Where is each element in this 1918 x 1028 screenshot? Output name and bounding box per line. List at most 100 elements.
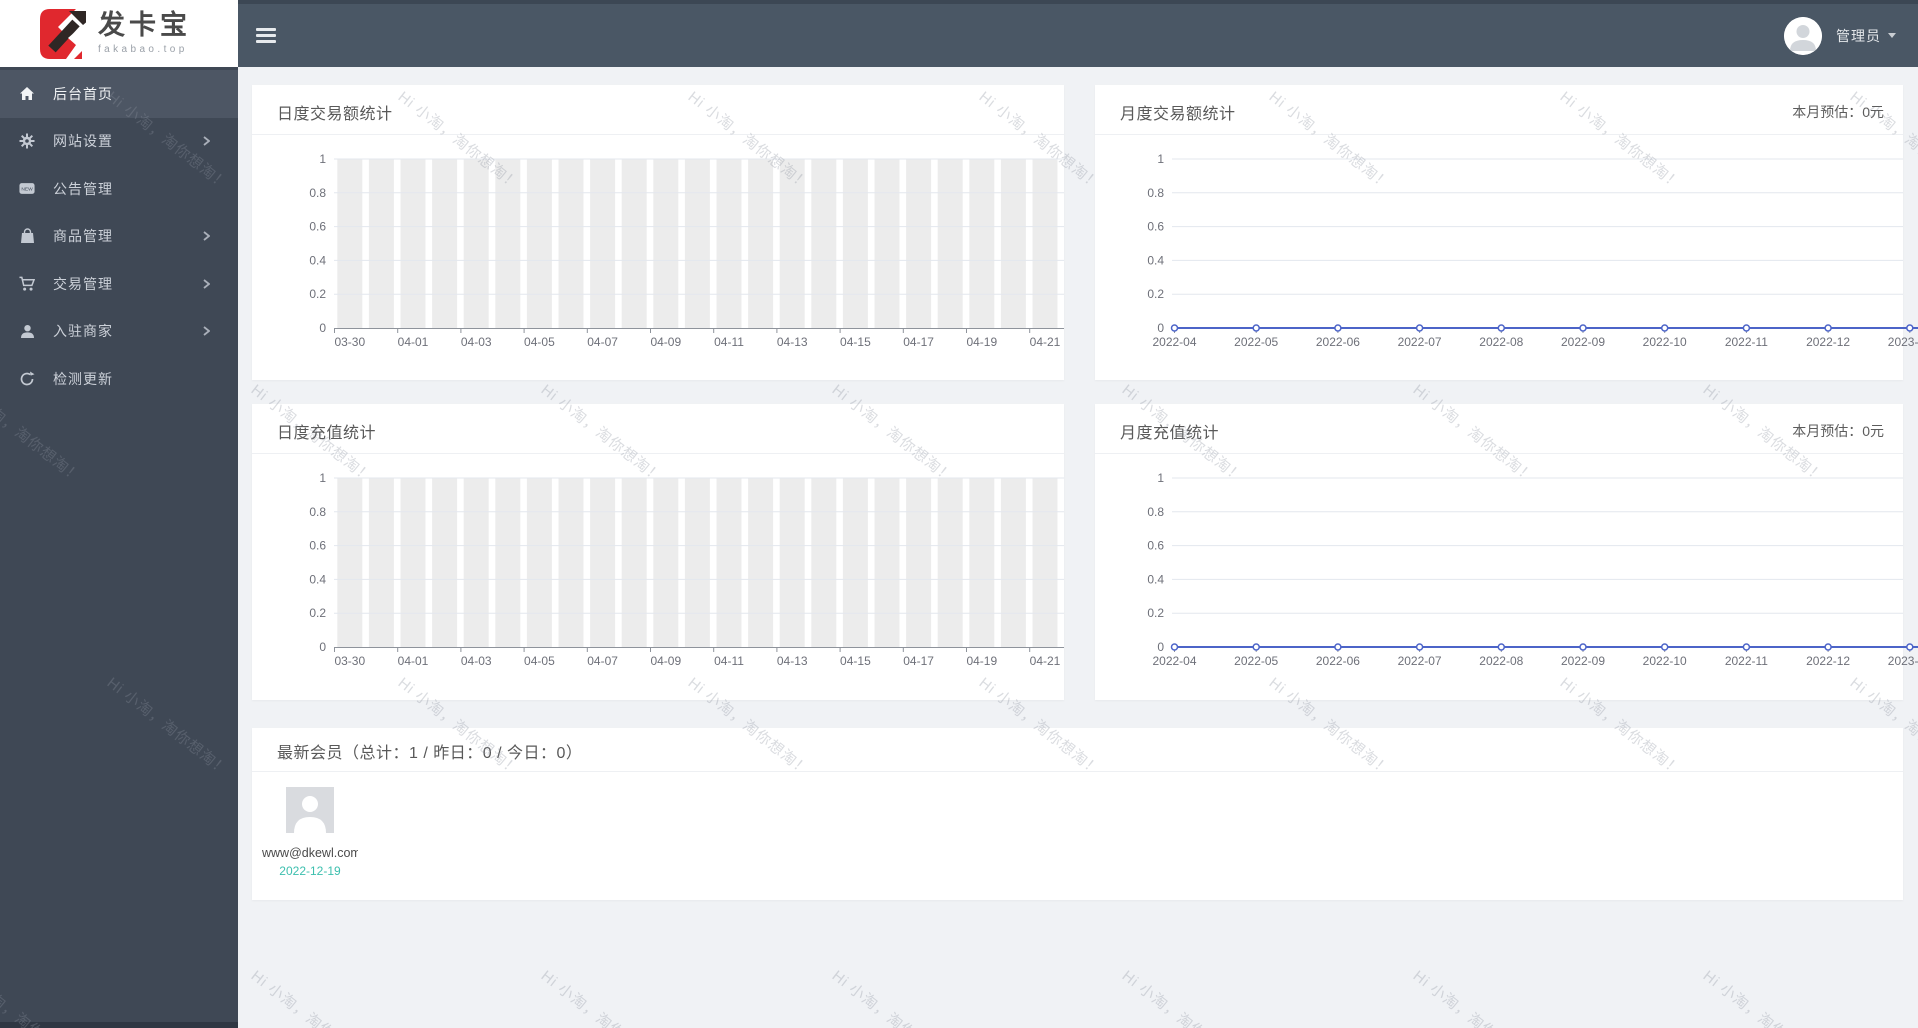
watermark-text: Hi 小淘，淘你想淘！ (247, 967, 376, 1028)
svg-text:2022-09: 2022-09 (1561, 335, 1605, 349)
svg-text:2022-09: 2022-09 (1561, 654, 1605, 668)
top-header: 管理员 (238, 0, 1918, 67)
sidebar-item-label: 交易管理 (53, 275, 113, 292)
user-menu[interactable]: 管理员 (1784, 4, 1896, 67)
svg-text:04-17: 04-17 (903, 654, 934, 668)
sidebar-item-label: 公告管理 (53, 180, 113, 197)
chevron-right-icon (203, 133, 211, 149)
announcement-new-icon: NEW (19, 181, 35, 197)
chevron-down-icon (1888, 33, 1896, 38)
svg-text:04-03: 04-03 (461, 654, 492, 668)
sidebar-bottom-strip (0, 1022, 238, 1028)
member-email: www@dkewl.com (262, 846, 358, 860)
chevron-right-icon (203, 323, 211, 339)
svg-text:04-19: 04-19 (966, 335, 997, 349)
monthly-recharge-estimate: 本月预估：0元 (1792, 423, 1884, 439)
svg-text:0.8: 0.8 (309, 505, 326, 519)
svg-text:1: 1 (1157, 152, 1164, 166)
user-name: 管理员 (1836, 27, 1881, 44)
latest-members-title: 最新会员（总计：1 / 昨日：0 / 今日：0） (277, 745, 583, 762)
svg-text:04-21: 04-21 (1030, 335, 1061, 349)
svg-text:2022-05: 2022-05 (1234, 654, 1278, 668)
svg-text:0.8: 0.8 (1147, 505, 1164, 519)
card-daily-recharge: 日度充值统计 0 0.2 0.4 0.6 0.8 1 03-30 04-01 04-03 04-0… (252, 404, 1064, 700)
svg-text:0.4: 0.4 (309, 253, 326, 267)
svg-text:04-03: 04-03 (461, 335, 492, 349)
card-monthly-trade-title: 月度交易额统计 (1120, 106, 1236, 123)
svg-text:0.6: 0.6 (1147, 539, 1164, 553)
sidebar-item-label: 商品管理 (53, 228, 113, 245)
svg-text:NEW: NEW (21, 187, 33, 193)
svg-text:0.4: 0.4 (1147, 253, 1164, 267)
monthly-trade-estimate: 本月预估：0元 (1792, 104, 1884, 120)
member-register-date: 2022-12-19 (279, 864, 341, 878)
svg-text:2023-01: 2023-01 (1888, 335, 1918, 349)
card-latest-members: 最新会员（总计：1 / 昨日：0 / 今日：0） www@dkewl.com 20… (252, 728, 1903, 900)
svg-text:04-13: 04-13 (777, 335, 808, 349)
svg-text:0.4: 0.4 (309, 572, 326, 586)
svg-text:04-07: 04-07 (587, 335, 618, 349)
sidebar-item-5[interactable]: 入驻商家 (0, 308, 238, 356)
svg-text:1: 1 (1157, 471, 1164, 485)
watermark-text: Hi 小淘，淘你想淘！ (537, 967, 666, 1028)
svg-text:0.2: 0.2 (1147, 606, 1164, 620)
home-icon (19, 86, 35, 102)
svg-text:1: 1 (319, 152, 326, 166)
svg-text:04-05: 04-05 (524, 654, 555, 668)
sidebar-item-4[interactable]: 交易管理 (0, 260, 238, 308)
sidebar-menu: 后台首页网站设置 NEW 公告管理商品管理交易管理入驻商家 检测更新 (0, 67, 238, 403)
sidebar-item-0[interactable]: 后台首页 (0, 70, 238, 118)
sidebar-item-6[interactable]: 检测更新 (0, 355, 238, 403)
svg-text:2022-12: 2022-12 (1806, 654, 1850, 668)
svg-text:2022-08: 2022-08 (1479, 654, 1523, 668)
svg-text:04-09: 04-09 (650, 654, 681, 668)
sidebar-item-1[interactable]: 网站设置 (0, 118, 238, 166)
svg-text:0.6: 0.6 (309, 220, 326, 234)
svg-text:2022-06: 2022-06 (1316, 654, 1360, 668)
gear-icon (19, 133, 35, 149)
svg-text:04-01: 04-01 (398, 335, 429, 349)
svg-text:2022-10: 2022-10 (1643, 335, 1687, 349)
member-item[interactable]: www@dkewl.com 2022-12-19 (262, 787, 358, 878)
watermark-text: Hi 小淘，淘你想淘！ (1409, 967, 1538, 1028)
svg-text:2023-01: 2023-01 (1888, 654, 1918, 668)
svg-text:04-21: 04-21 (1030, 654, 1061, 668)
card-monthly-recharge: 月度充值统计 本月预估：0元 0 0.2 0.4 0.6 0.8 1 2022-04 2022… (1095, 404, 1918, 700)
svg-text:0.8: 0.8 (309, 186, 326, 200)
card-daily-trade-title: 日度交易额统计 (277, 106, 393, 123)
card-daily-recharge-title: 日度充值统计 (277, 425, 377, 442)
brand-logo-icon (40, 8, 90, 59)
merchant-person-icon (19, 323, 35, 339)
svg-text:2022-04: 2022-04 (1152, 654, 1196, 668)
watermark-text: Hi 小淘，淘你想淘！ (1699, 967, 1828, 1028)
svg-text:0.4: 0.4 (1147, 572, 1164, 586)
sidebar-item-2[interactable]: NEW 公告管理 (0, 165, 238, 213)
logo[interactable]: 发卡宝 fakabao.top (0, 0, 238, 67)
svg-text:0: 0 (1157, 640, 1164, 654)
svg-text:03-30: 03-30 (334, 654, 365, 668)
svg-text:0.6: 0.6 (309, 539, 326, 553)
user-avatar (1784, 16, 1822, 55)
hamburger-menu-icon[interactable] (256, 28, 276, 43)
svg-text:0: 0 (319, 321, 326, 335)
svg-text:04-15: 04-15 (840, 654, 871, 668)
svg-text:2022-05: 2022-05 (1234, 335, 1278, 349)
svg-text:0.2: 0.2 (309, 287, 326, 301)
svg-text:04-17: 04-17 (903, 335, 934, 349)
brand-domain: fakabao.top (98, 44, 188, 55)
svg-text:04-19: 04-19 (966, 654, 997, 668)
chevron-right-icon (203, 228, 211, 244)
svg-text:0.2: 0.2 (309, 606, 326, 620)
svg-text:2022-07: 2022-07 (1398, 654, 1442, 668)
svg-text:0.8: 0.8 (1147, 186, 1164, 200)
svg-text:04-01: 04-01 (398, 654, 429, 668)
svg-text:03-30: 03-30 (334, 335, 365, 349)
chevron-right-icon (203, 276, 211, 292)
card-monthly-recharge-title: 月度充值统计 (1120, 425, 1220, 442)
svg-text:1: 1 (319, 471, 326, 485)
svg-text:04-11: 04-11 (714, 654, 744, 668)
sidebar-item-3[interactable]: 商品管理 (0, 213, 238, 261)
svg-text:2022-08: 2022-08 (1479, 335, 1523, 349)
svg-text:04-15: 04-15 (840, 335, 871, 349)
sidebar-item-label: 网站设置 (53, 133, 113, 150)
